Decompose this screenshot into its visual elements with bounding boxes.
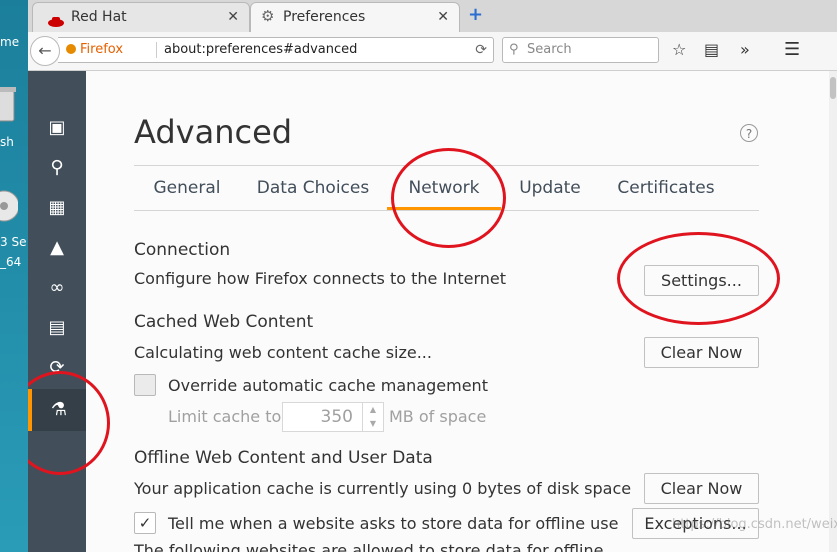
disc-icon[interactable] <box>0 188 20 222</box>
cache-size-value: 350 <box>320 407 353 427</box>
tab-preferences[interactable]: ⚙ Preferences ✕ <box>250 2 460 32</box>
clear-cache-button[interactable]: Clear Now <box>644 337 759 368</box>
desktop-strip: me sh 3 Se _64 <box>0 0 28 552</box>
tab-strip: Red Hat ✕ ⚙ Preferences ✕ + <box>28 0 837 32</box>
sidebar-item-applications[interactable]: ▲ <box>28 229 86 267</box>
cache-size-stepper[interactable]: ▲ ▼ <box>362 403 383 431</box>
limit-cache-label: Limit cache to <box>168 407 282 426</box>
sidebar-item-privacy[interactable]: ∞ <box>28 269 86 307</box>
general-icon: ▣ <box>48 117 66 138</box>
offline-status: Your application cache is currently usin… <box>134 479 632 498</box>
cache-status: Calculating web content cache size... <box>134 343 432 362</box>
scrollbar[interactable] <box>829 71 837 552</box>
desktop-label: 3 Se <box>0 235 27 249</box>
navigation-toolbar: Firefox about:preferences#advanced ⟳ ← ⚲… <box>28 32 837 71</box>
reload-icon[interactable]: ⟳ <box>475 38 487 62</box>
sidebar-item-security[interactable]: ▤ <box>28 309 86 347</box>
close-tab-icon[interactable]: ✕ <box>227 3 239 31</box>
sidebar-item-content[interactable]: ▦ <box>28 189 86 227</box>
bookmark-star-icon[interactable]: ☆ <box>672 40 686 60</box>
content-icon: ▦ <box>48 197 66 218</box>
security-icon: ▤ <box>48 317 66 338</box>
page-title: Advanced <box>134 113 293 151</box>
annotation-circle-network <box>391 148 506 248</box>
firefox-icon <box>66 44 76 54</box>
tab-red-hat[interactable]: Red Hat ✕ <box>32 2 250 32</box>
tab-certificates[interactable]: Certificates <box>604 166 728 210</box>
tell-offline-checkbox[interactable]: ✓ <box>134 512 156 534</box>
help-icon[interactable]: ? <box>740 124 758 142</box>
scrollbar-thumb[interactable] <box>830 77 836 99</box>
bookmarks-menu-icon[interactable]: ▤ <box>704 40 719 60</box>
desktop-label: _64 <box>0 255 22 269</box>
overflow-chevron-icon[interactable]: » <box>740 40 750 60</box>
search-placeholder: Search <box>527 42 572 57</box>
offline-heading: Offline Web Content and User Data <box>134 448 433 468</box>
url-separator <box>156 42 157 58</box>
red-hat-icon <box>47 10 65 27</box>
tab-update[interactable]: Update <box>504 166 596 210</box>
tab-label: Red Hat <box>71 9 127 25</box>
close-tab-icon[interactable]: ✕ <box>437 3 449 31</box>
privacy-icon: ∞ <box>49 277 65 298</box>
cache-size-input[interactable]: 350 ▲ ▼ <box>282 402 384 432</box>
desktop-label: sh <box>0 135 14 149</box>
url-bar[interactable]: Firefox about:preferences#advanced ⟳ <box>58 37 494 63</box>
search-input[interactable]: ⚲ Search <box>502 37 659 63</box>
connection-heading: Connection <box>134 240 231 260</box>
identity-label: Firefox <box>80 42 124 57</box>
cache-heading: Cached Web Content <box>134 312 314 332</box>
sidebar-item-search[interactable]: ⚲ <box>28 149 86 187</box>
search-icon: ⚲ <box>509 42 519 57</box>
connection-description: Configure how Firefox connects to the In… <box>134 269 506 288</box>
trash-icon[interactable] <box>0 85 18 122</box>
cache-unit-label: MB of space <box>389 407 487 426</box>
applications-icon: ▲ <box>50 237 64 258</box>
sidebar-item-general[interactable]: ▣ <box>28 109 86 147</box>
preferences-sidebar: ▣ ⚲ ▦ ▲ ∞ ▤ ⟳ ⚗ <box>28 71 86 552</box>
hamburger-menu-icon[interactable]: ☰ <box>784 40 800 60</box>
watermark: https://blog.csdn.net/weixin_42992799 <box>672 517 837 532</box>
site-identity[interactable]: Firefox <box>66 38 123 62</box>
tab-general[interactable]: General <box>134 166 240 210</box>
override-cache-checkbox[interactable] <box>134 374 156 396</box>
clear-offline-button[interactable]: Clear Now <box>644 473 759 504</box>
firefox-window: Red Hat ✕ ⚙ Preferences ✕ + Firefox abou… <box>28 0 837 552</box>
new-tab-button[interactable]: + <box>468 6 483 24</box>
back-arrow-icon: ← <box>38 41 52 60</box>
tell-offline-label[interactable]: Tell me when a website asks to store dat… <box>168 514 618 533</box>
url-text[interactable]: about:preferences#advanced <box>164 38 357 62</box>
offline-allowed-text: The following websites are allowed to st… <box>134 541 604 552</box>
back-button[interactable]: ← <box>30 36 60 66</box>
search-icon: ⚲ <box>50 157 64 178</box>
annotation-circle-settings <box>617 232 780 325</box>
gear-icon: ⚙ <box>261 7 275 25</box>
tab-data-choices[interactable]: Data Choices <box>246 166 380 210</box>
override-cache-label[interactable]: Override automatic cache management <box>168 376 488 395</box>
tab-label: Preferences <box>283 9 366 25</box>
desktop-label: me <box>0 35 20 49</box>
